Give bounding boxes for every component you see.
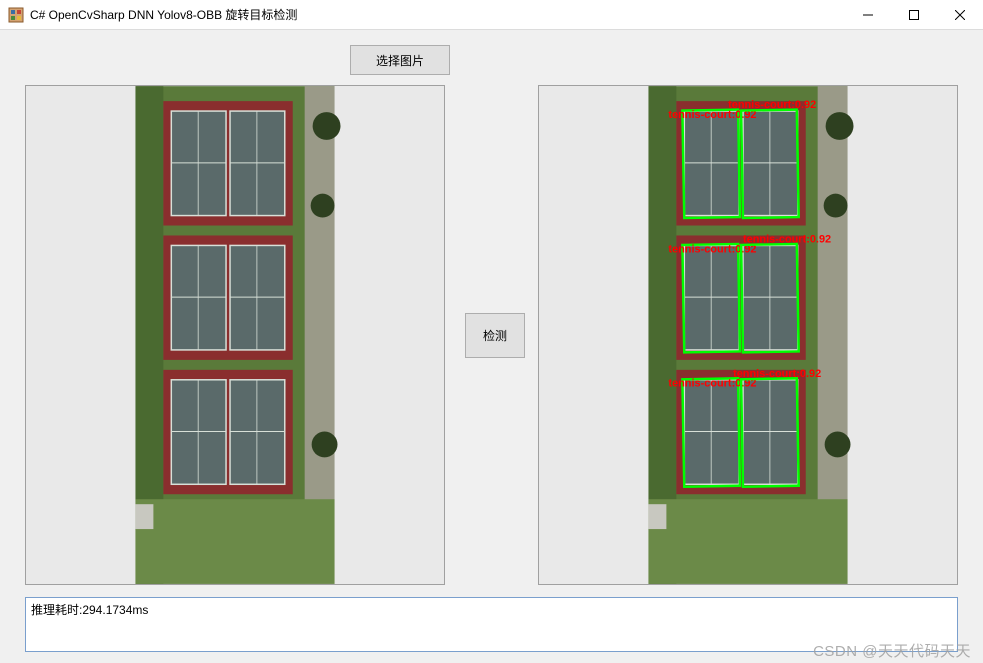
svg-text:tennis-court:0.92: tennis-court:0.92 — [743, 233, 831, 245]
client-area: 选择图片 — [0, 30, 983, 663]
maximize-icon — [909, 10, 919, 20]
close-icon — [955, 10, 965, 20]
result-image: tennis-court:0.92 tennis-court:0.92 tenn… — [539, 86, 957, 584]
source-image-panel — [25, 85, 445, 585]
app-icon — [8, 7, 24, 23]
source-image — [26, 86, 444, 584]
window-titlebar: C# OpenCvSharp DNN Yolov8-OBB 旋转目标检测 — [0, 0, 983, 30]
svg-text:tennis-court:0.92: tennis-court:0.92 — [728, 99, 816, 111]
maximize-button[interactable] — [891, 0, 937, 29]
title-left: C# OpenCvSharp DNN Yolov8-OBB 旋转目标检测 — [8, 6, 297, 23]
window-controls — [845, 0, 983, 29]
detect-button[interactable]: 检测 — [465, 313, 525, 358]
close-button[interactable] — [937, 0, 983, 29]
result-image-panel: tennis-court:0.92 tennis-court:0.92 tenn… — [538, 85, 958, 585]
minimize-icon — [863, 10, 873, 20]
result-text: 推理耗时:294.1734ms — [31, 603, 148, 617]
window-title: C# OpenCvSharp DNN Yolov8-OBB 旋转目标检测 — [30, 6, 297, 23]
minimize-button[interactable] — [845, 0, 891, 29]
svg-text:tennis-court:0.92: tennis-court:0.92 — [733, 368, 821, 380]
select-image-button[interactable]: 选择图片 — [350, 45, 450, 75]
result-textbox[interactable]: 推理耗时:294.1734ms — [25, 597, 958, 652]
